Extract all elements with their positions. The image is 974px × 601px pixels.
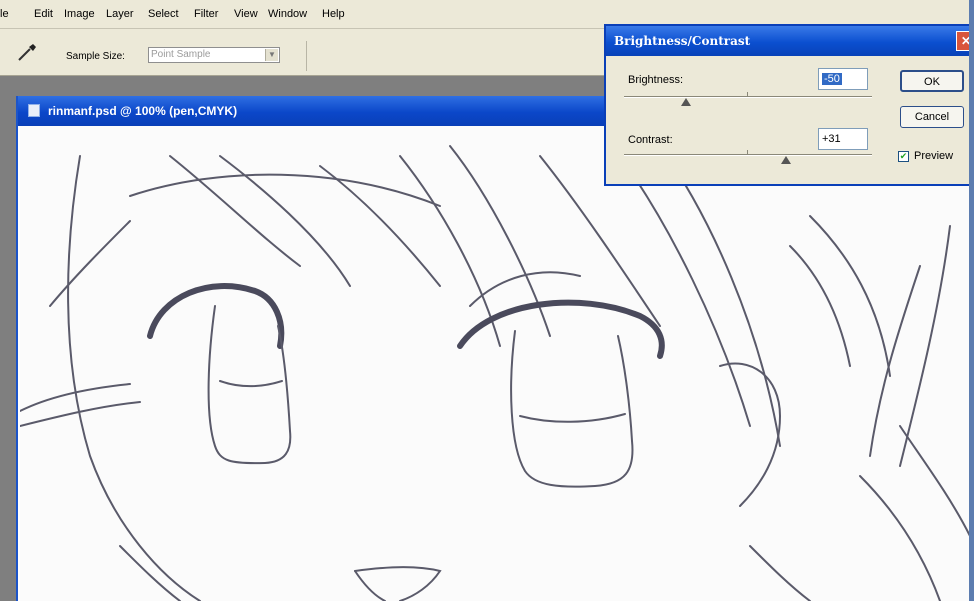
sketch-artwork bbox=[20, 145, 971, 601]
menu-view[interactable]: View bbox=[234, 8, 258, 20]
brightness-value: -50 bbox=[822, 73, 842, 85]
brightness-slider-track[interactable] bbox=[624, 96, 872, 98]
preview-checkbox[interactable]: ✔ bbox=[898, 151, 909, 162]
cancel-button[interactable]: Cancel bbox=[900, 106, 964, 128]
menu-select[interactable]: Select bbox=[148, 8, 179, 20]
sample-size-value: Point Sample bbox=[151, 49, 211, 60]
menu-filter[interactable]: Filter bbox=[194, 8, 218, 20]
dialog-title: Brightness/Contrast bbox=[614, 34, 751, 48]
sample-size-select[interactable]: Point Sample ▼ bbox=[148, 47, 280, 63]
ok-button[interactable]: OK bbox=[900, 70, 964, 92]
brightness-label: Brightness: bbox=[628, 74, 684, 86]
contrast-slider-center-tick bbox=[747, 150, 748, 154]
menu-file[interactable]: le bbox=[0, 8, 9, 20]
dialog-titlebar[interactable]: Brightness/Contrast ✕ bbox=[606, 26, 974, 56]
brightness-slider-thumb[interactable] bbox=[681, 98, 691, 106]
menu-window[interactable]: Window bbox=[268, 8, 307, 20]
menu-layer[interactable]: Layer bbox=[106, 8, 134, 20]
contrast-slider-track[interactable] bbox=[624, 154, 872, 156]
canvas[interactable] bbox=[20, 126, 974, 601]
brightness-field[interactable]: -50 bbox=[818, 68, 868, 90]
contrast-label: Contrast: bbox=[628, 134, 673, 146]
document-icon bbox=[28, 104, 40, 117]
contrast-slider-thumb[interactable] bbox=[781, 156, 792, 164]
brightness-contrast-dialog: Brightness/Contrast ✕ Brightness: -50 Co… bbox=[604, 24, 974, 186]
preview-label: Preview bbox=[914, 150, 954, 162]
toolbar-separator bbox=[306, 41, 307, 71]
menu-edit[interactable]: Edit bbox=[34, 8, 53, 20]
menu-image[interactable]: Image bbox=[64, 8, 95, 20]
contrast-field[interactable]: +31 bbox=[818, 128, 868, 150]
sample-size-label: Sample Size: bbox=[66, 51, 125, 62]
chevron-down-icon[interactable]: ▼ bbox=[265, 49, 278, 61]
window-edge bbox=[969, 0, 974, 601]
eyedropper-icon[interactable] bbox=[14, 41, 40, 65]
document-title: rinmanf.psd @ 100% (pen,CMYK) bbox=[48, 104, 238, 118]
brightness-slider-center-tick bbox=[747, 92, 748, 96]
contrast-value: +31 bbox=[822, 133, 841, 145]
menu-help[interactable]: Help bbox=[322, 8, 345, 20]
